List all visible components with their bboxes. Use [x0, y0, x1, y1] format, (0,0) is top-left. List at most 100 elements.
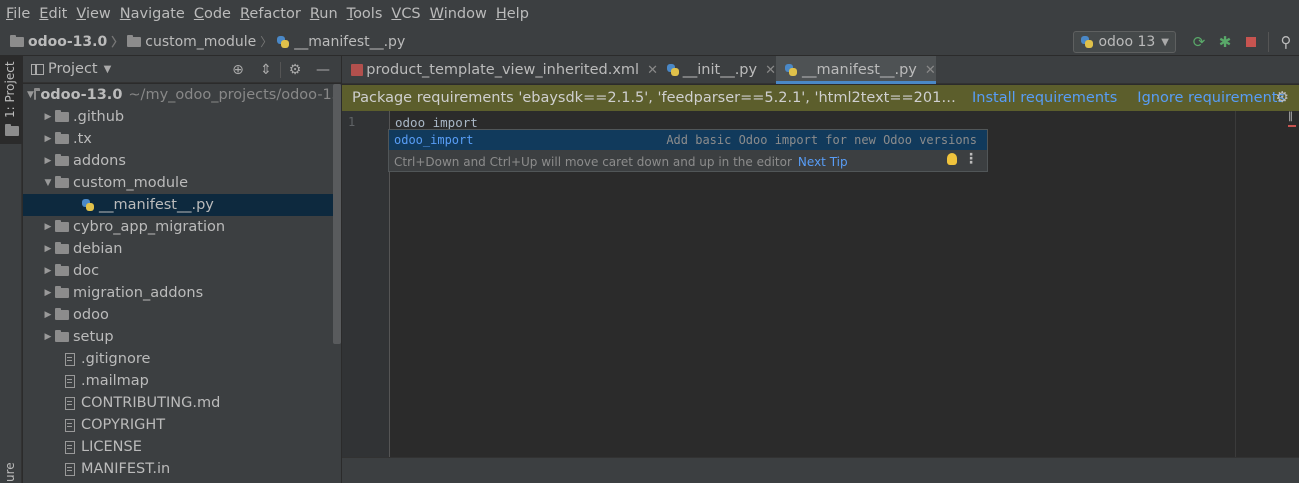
project-view-selector[interactable]: Project — [48, 61, 98, 77]
toolbar-right: odoo 13 ▼ ⟳ ✱ ⚲ — [1073, 28, 1299, 56]
editor-tab-bar: product_template_view_inherited.xml ✕ __… — [342, 56, 1299, 84]
folder-icon — [5, 124, 19, 136]
completion-item[interactable]: odoo_import Add basic Odoo import for ne… — [389, 130, 987, 150]
more-options-icon[interactable]: ⋮ — [964, 151, 978, 167]
xml-file-icon — [350, 63, 364, 77]
tab-manifest-py[interactable]: __manifest__.py ✕ — [776, 56, 936, 84]
minimize-icon[interactable]: — — [309, 62, 337, 78]
tree-item-gitignore[interactable]: .gitignore — [23, 348, 333, 370]
tab-product-template-view-inherited[interactable]: product_template_view_inherited.xml ✕ — [342, 56, 658, 84]
close-icon[interactable]: ✕ — [765, 63, 776, 78]
menu-code[interactable]: Code — [194, 6, 231, 22]
tree-item-doc[interactable]: ▶ doc — [23, 260, 333, 282]
locate-target-icon[interactable]: ⊕ — [224, 62, 252, 78]
collapse-arrow-icon[interactable]: ▶ — [41, 134, 55, 144]
package-requirements-banner: Package requirements 'ebaysdk==2.1.5', '… — [342, 85, 1299, 111]
menu-edit[interactable]: Edit — [39, 6, 67, 22]
gear-icon[interactable]: ⚙ — [281, 62, 309, 78]
menu-vcs[interactable]: VCS — [391, 6, 420, 22]
menu-navigate[interactable]: Navigate — [120, 6, 185, 22]
collapse-arrow-icon[interactable]: ▶ — [41, 244, 55, 254]
collapse-arrow-icon[interactable]: ▶ — [41, 288, 55, 298]
tab-init-py[interactable]: __init__.py ✕ — [658, 56, 776, 84]
folder-icon — [55, 308, 69, 320]
expand-arrow-icon[interactable]: ▼ — [41, 178, 55, 188]
debug-bug-icon[interactable]: ✱ — [1212, 31, 1238, 53]
text-file-icon — [65, 462, 75, 476]
project-tree[interactable]: ▼ odoo-13.0 ~/my_odoo_projects/odoo-13 ▶… — [23, 84, 333, 483]
run-configuration-select[interactable]: odoo 13 ▼ — [1073, 31, 1176, 53]
close-icon[interactable]: ✕ — [925, 63, 936, 78]
tree-root[interactable]: ▼ odoo-13.0 ~/my_odoo_projects/odoo-13 — [23, 84, 333, 106]
menu-run[interactable]: Run — [310, 6, 338, 22]
editor-gutter: 1 — [342, 111, 390, 457]
code-line[interactable]: odoo_import — [395, 115, 478, 130]
folder-icon — [10, 34, 24, 47]
chevron-right-icon: 〉 — [111, 35, 124, 49]
tree-item-mailmap[interactable]: .mailmap — [23, 370, 333, 392]
stop-icon — [1246, 37, 1256, 47]
search-everywhere-icon[interactable]: ⚲ — [1273, 31, 1299, 53]
rerun-button[interactable]: ⟳ — [1186, 31, 1212, 53]
breadcrumb-file[interactable]: __manifest__.py — [276, 34, 405, 50]
tree-item-contributing[interactable]: CONTRIBUTING.md — [23, 392, 333, 414]
folder-icon — [55, 154, 69, 166]
ignore-requirements-link[interactable]: Ignore requirements — [1137, 90, 1285, 106]
menu-refactor[interactable]: Refactor — [240, 6, 301, 22]
navigation-bar: odoo-13.0 〉 custom_module 〉 __manifest__… — [0, 28, 1299, 56]
menu-view[interactable]: View — [76, 6, 110, 22]
error-marker[interactable] — [1288, 125, 1296, 127]
text-file-icon — [65, 374, 75, 388]
tree-item-tx[interactable]: ▶ .tx — [23, 128, 333, 150]
install-requirements-link[interactable]: Install requirements — [972, 90, 1117, 106]
collapse-arrow-icon[interactable]: ▶ — [41, 266, 55, 276]
collapse-arrow-icon[interactable]: ▶ — [41, 310, 55, 320]
menu-bar: File Edit View Navigate Code Refactor Ru… — [0, 0, 1299, 28]
stop-button[interactable] — [1238, 31, 1264, 53]
menu-help[interactable]: Help — [496, 6, 529, 22]
folder-icon — [55, 176, 69, 188]
error-stripe[interactable]: ‖ — [1288, 112, 1296, 131]
text-file-icon — [65, 352, 75, 366]
chevron-down-icon[interactable]: ▼ — [104, 64, 112, 75]
collapse-arrow-icon[interactable]: ▶ — [41, 156, 55, 166]
tree-item-odoo[interactable]: ▶ odoo — [23, 304, 333, 326]
folder-icon — [33, 88, 42, 100]
breadcrumb-folder[interactable]: custom_module 〉 — [127, 33, 276, 50]
scrollbar-thumb[interactable] — [333, 84, 341, 344]
python-file-icon — [666, 63, 679, 77]
tree-item-custom-module[interactable]: ▼ custom_module — [23, 172, 333, 194]
tree-item-license[interactable]: LICENSE — [23, 436, 333, 458]
tree-item-addons[interactable]: ▶ addons — [23, 150, 333, 172]
tree-item-manifest-in[interactable]: MANIFEST.in — [23, 458, 333, 480]
folder-icon — [127, 34, 142, 47]
collapse-arrow-icon[interactable]: ▶ — [41, 222, 55, 232]
project-tree-scrollbar[interactable] — [333, 84, 341, 483]
menu-file[interactable]: File — [6, 6, 30, 22]
breadcrumb-project[interactable]: odoo-13.0 〉 — [10, 33, 127, 50]
tree-item-manifest[interactable]: __manifest__.py — [23, 194, 333, 216]
python-icon — [1080, 35, 1094, 49]
collapse-arrow-icon[interactable]: ▶ — [41, 112, 55, 122]
tree-item-debian[interactable]: ▶ debian — [23, 238, 333, 260]
lightbulb-icon — [947, 153, 957, 165]
next-tip-link[interactable]: Next Tip — [798, 155, 848, 169]
close-icon[interactable]: ✕ — [647, 63, 658, 78]
tree-item-github[interactable]: ▶ .github — [23, 106, 333, 128]
menu-window[interactable]: Window — [430, 6, 487, 22]
structure-tool-tab[interactable]: ure — [3, 462, 17, 482]
python-file-icon — [81, 198, 95, 212]
gear-icon[interactable]: ⚙ — [1276, 88, 1289, 106]
folder-icon — [55, 330, 69, 342]
tree-item-setup[interactable]: ▶ setup — [23, 326, 333, 348]
tree-item-copyright[interactable]: COPYRIGHT — [23, 414, 333, 436]
project-tool-tab[interactable]: 1: Project — [0, 56, 22, 144]
tree-item-cybro-app-migration[interactable]: ▶ cybro_app_migration — [23, 216, 333, 238]
folder-icon — [55, 242, 69, 254]
collapse-all-icon[interactable]: ⇕ — [252, 62, 280, 78]
expand-arrow-icon[interactable]: ▼ — [27, 90, 34, 100]
project-panel-header: Project ▼ ⊕ ⇕ ⚙ — — [23, 56, 341, 83]
menu-tools[interactable]: Tools — [347, 6, 383, 22]
collapse-arrow-icon[interactable]: ▶ — [41, 332, 55, 342]
tree-item-migration-addons[interactable]: ▶ migration_addons — [23, 282, 333, 304]
